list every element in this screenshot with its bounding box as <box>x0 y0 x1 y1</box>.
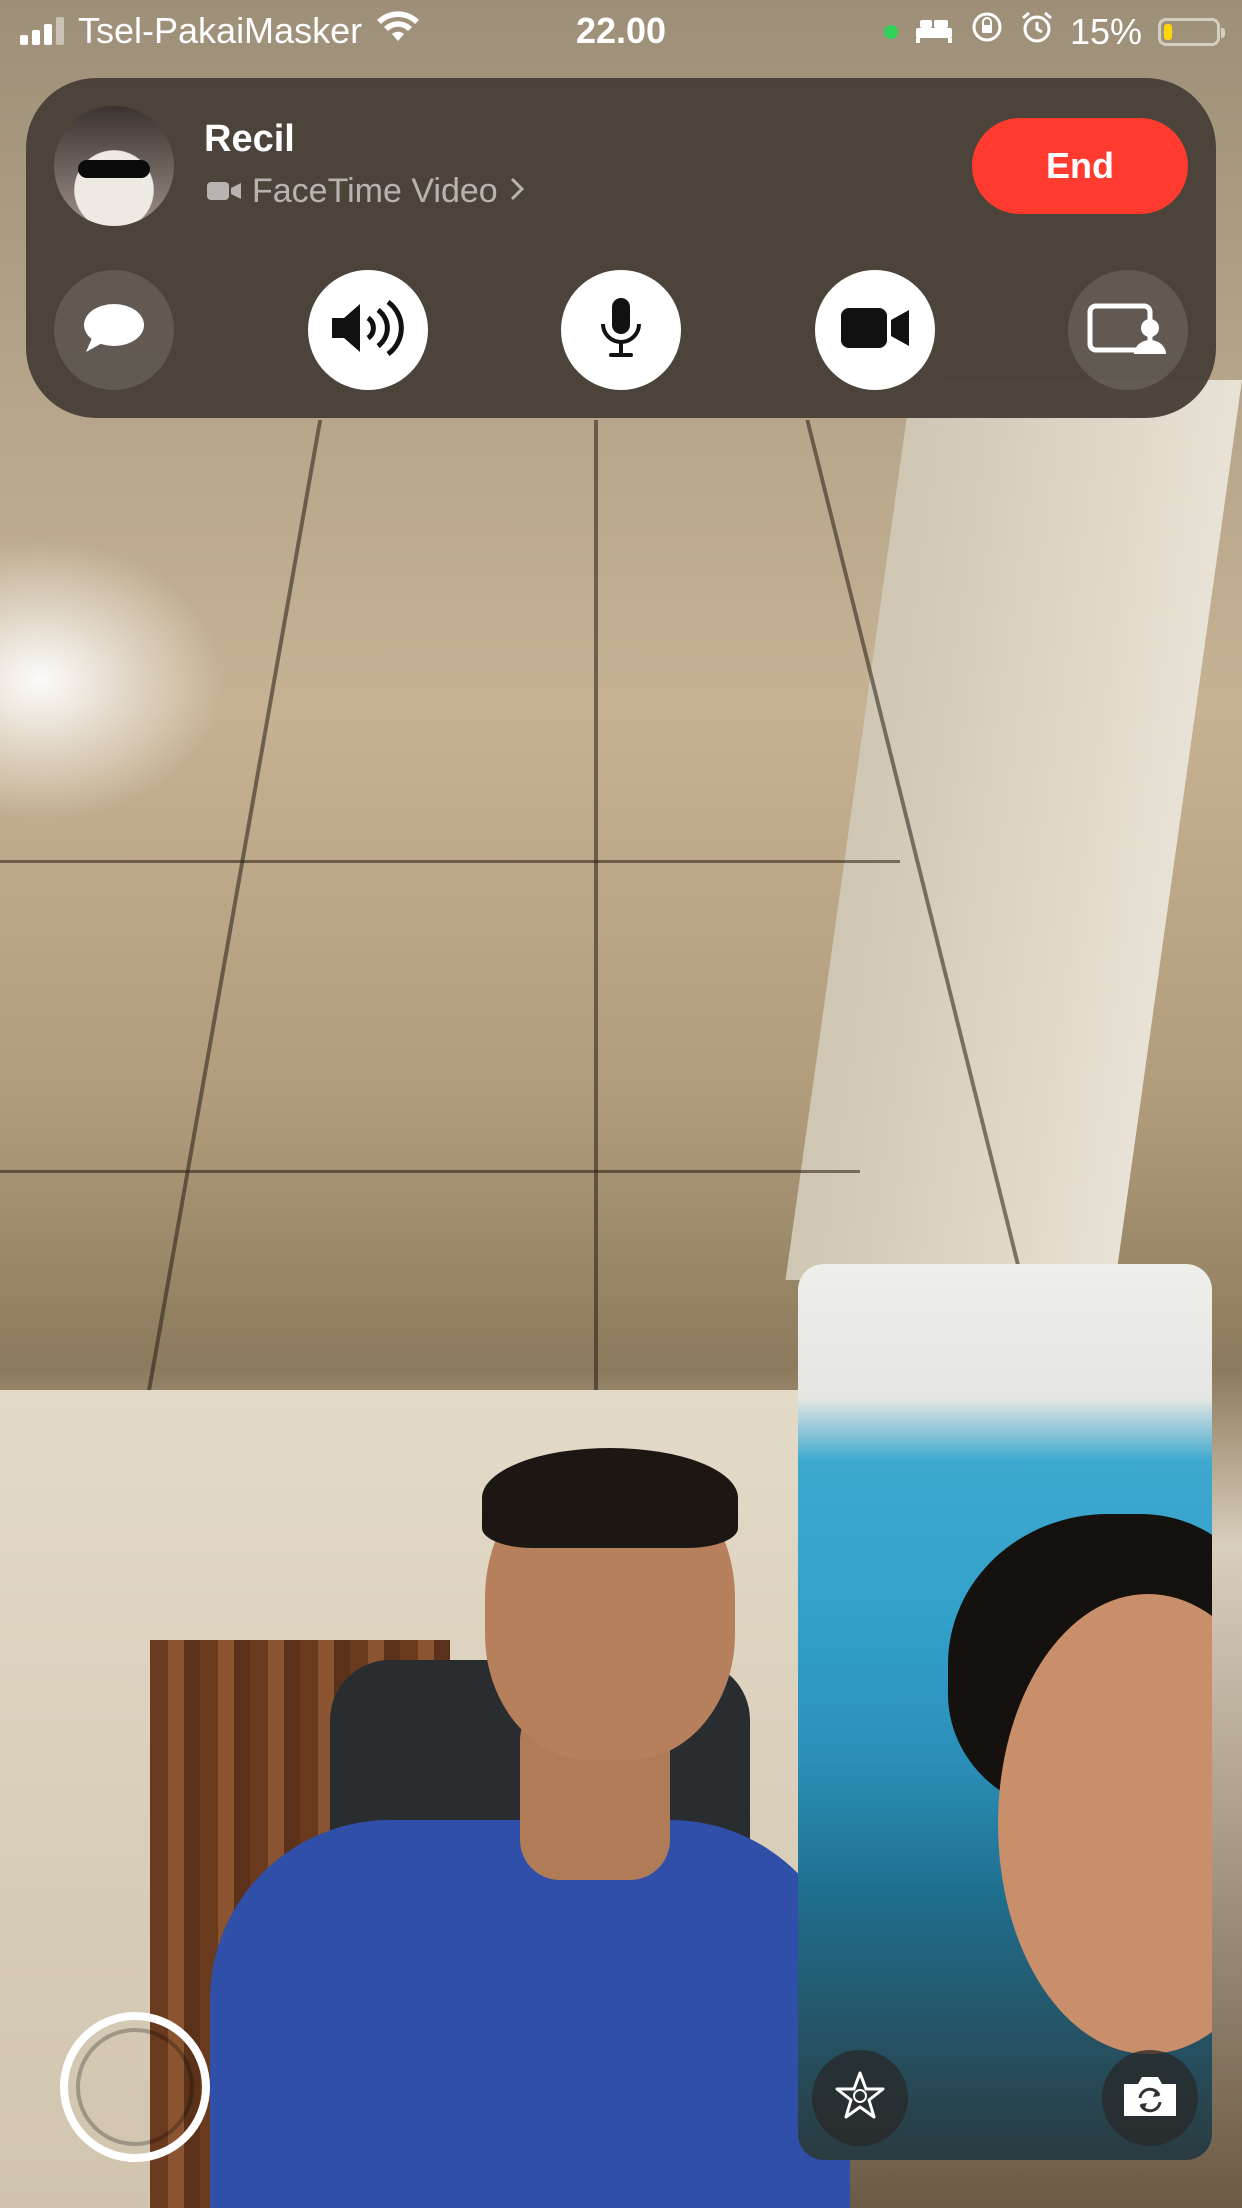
ceiling-line <box>0 1170 860 1173</box>
shareplay-icon <box>1086 298 1170 363</box>
rotation-lock-icon <box>970 10 1004 53</box>
microphone-button[interactable] <box>561 270 681 390</box>
battery-fill <box>1164 23 1172 40</box>
shutter-inner-ring <box>76 2028 194 2146</box>
call-type-label: FaceTime Video <box>252 172 498 210</box>
ceiling-line <box>594 420 598 1420</box>
call-panel: Recil FaceTime Video End <box>26 78 1216 418</box>
speaker-icon <box>328 298 408 363</box>
video-camera-icon <box>839 304 911 357</box>
chevron-right-icon <box>508 172 526 211</box>
microphone-icon <box>597 296 645 365</box>
message-button[interactable] <box>54 270 174 390</box>
effects-button[interactable] <box>812 2050 908 2146</box>
message-icon <box>80 300 148 361</box>
video-camera-small-icon <box>206 172 242 211</box>
sleep-bed-icon <box>914 11 954 53</box>
ceiling-line <box>0 860 900 863</box>
avatar-glasses <box>78 160 150 178</box>
self-view-pip[interactable] <box>798 1264 1212 2160</box>
alarm-icon <box>1020 10 1054 53</box>
status-bar-right: 15% <box>883 10 1225 53</box>
end-call-button[interactable]: End <box>972 118 1188 214</box>
flip-camera-icon <box>1120 2072 1180 2125</box>
room-wall <box>785 380 1242 1280</box>
speaker-button[interactable] <box>308 270 428 390</box>
camera-indicator-dot <box>883 24 898 39</box>
person-shirt <box>210 1820 850 2208</box>
camera-button[interactable] <box>815 270 935 390</box>
battery-percent: 15% <box>1069 10 1142 52</box>
live-photo-shutter-button[interactable] <box>60 2012 210 2162</box>
effects-star-icon <box>832 2068 888 2129</box>
caller-name[interactable]: Recil <box>204 118 295 161</box>
person-hair <box>482 1448 738 1548</box>
flip-camera-button[interactable] <box>1102 2050 1198 2146</box>
battery-icon <box>1158 17 1225 46</box>
ceiling-line <box>141 420 323 1420</box>
call-type-link[interactable]: FaceTime Video <box>206 172 526 211</box>
caller-avatar[interactable] <box>54 106 174 226</box>
shareplay-button[interactable] <box>1068 270 1188 390</box>
status-bar: Tsel-PakaiMasker 22.00 15% <box>0 0 1242 62</box>
